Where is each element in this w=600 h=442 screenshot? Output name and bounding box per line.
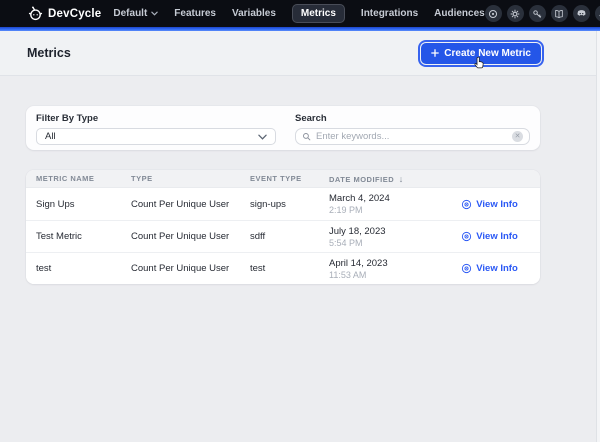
brand-logo[interactable]: DevCycle [28, 6, 101, 21]
type-cell: Count Per Unique User [121, 231, 240, 242]
view-info-link[interactable]: View Info [461, 199, 518, 210]
metric-name-cell: Sign Ups [26, 199, 121, 210]
date-modified-cell: April 14, 2023 11:53 AM [319, 258, 429, 280]
nav-item-variables[interactable]: Variables [232, 8, 276, 19]
chevron-down-icon [151, 11, 158, 16]
time-text: 5:54 PM [329, 238, 429, 248]
eye-icon [461, 263, 472, 274]
scrollbar[interactable] [596, 31, 600, 442]
date-modified-label: DATE MODIFIED [329, 175, 394, 184]
project-dropdown-label: Default [113, 8, 147, 19]
actions-cell: View Info [429, 263, 540, 274]
devcycle-robot-icon [28, 6, 43, 21]
search-label: Search [295, 113, 530, 124]
table-row: test Count Per Unique User test April 14… [26, 252, 540, 284]
column-header-event-type[interactable]: EVENT TYPE [240, 174, 319, 183]
docs-book-icon[interactable] [551, 5, 568, 22]
table-row: Sign Ups Count Per Unique User sign-ups … [26, 188, 540, 220]
filter-by-type-label: Filter By Type [36, 113, 276, 124]
nav-item-audiences[interactable]: Audiences [434, 8, 485, 19]
search-box: ✕ [295, 128, 530, 145]
eye-icon [461, 199, 472, 210]
filter-card: Filter By Type All Search ✕ [26, 106, 540, 150]
top-navbar: DevCycle Default Features Variables Metr… [0, 0, 600, 27]
type-filter-value: All [45, 131, 56, 142]
nav-item-features[interactable]: Features [174, 8, 216, 19]
page-header: Metrics Create New Metric [0, 31, 600, 76]
gear-icon[interactable] [507, 5, 524, 22]
date-text: April 14, 2023 [329, 258, 429, 269]
view-info-label: View Info [476, 231, 518, 242]
create-new-metric-label: Create New Metric [444, 48, 531, 59]
view-info-link[interactable]: View Info [461, 263, 518, 274]
table-row: Test Metric Count Per Unique User sdff J… [26, 220, 540, 252]
actions-cell: View Info [429, 199, 540, 210]
search-icon [302, 132, 311, 141]
time-text: 2:19 PM [329, 205, 429, 215]
date-text: March 4, 2024 [329, 193, 429, 204]
search-field: Search ✕ [295, 113, 530, 150]
view-info-label: View Info [476, 263, 518, 274]
nav-item-integrations[interactable]: Integrations [361, 8, 418, 19]
metric-name-cell: Test Metric [26, 231, 121, 242]
table-header-row: METRIC NAME TYPE EVENT TYPE DATE MODIFIE… [26, 170, 540, 188]
filter-by-type-field: Filter By Type All [36, 113, 276, 150]
discord-icon[interactable] [573, 5, 590, 22]
nav-item-metrics[interactable]: Metrics [292, 4, 345, 23]
type-cell: Count Per Unique User [121, 263, 240, 274]
sort-desc-icon: ↓ [399, 174, 404, 184]
column-header-date-modified[interactable]: DATE MODIFIED ↓ [319, 174, 429, 184]
target-icon[interactable] [485, 5, 502, 22]
plus-icon [431, 49, 439, 57]
date-modified-cell: July 18, 2023 5:54 PM [319, 226, 429, 248]
chevron-down-icon [258, 134, 267, 140]
column-header-metric-name[interactable]: METRIC NAME [26, 174, 121, 183]
type-cell: Count Per Unique User [121, 199, 240, 210]
main-nav: Default Features Variables Metrics Integ… [113, 4, 484, 23]
view-info-link[interactable]: View Info [461, 231, 518, 242]
view-info-label: View Info [476, 199, 518, 210]
table-body: Sign Ups Count Per Unique User sign-ups … [26, 188, 540, 284]
search-input[interactable] [316, 131, 507, 142]
create-new-metric-button[interactable]: Create New Metric [421, 43, 541, 64]
time-text: 11:53 AM [329, 270, 429, 280]
metric-name-cell: test [26, 263, 121, 274]
metrics-table: METRIC NAME TYPE EVENT TYPE DATE MODIFIE… [26, 170, 540, 284]
event-type-cell: test [240, 263, 319, 274]
date-modified-cell: March 4, 2024 2:19 PM [319, 193, 429, 215]
key-icon[interactable] [529, 5, 546, 22]
column-header-type[interactable]: TYPE [121, 174, 240, 183]
date-text: July 18, 2023 [329, 226, 429, 237]
main-content: Filter By Type All Search ✕ [0, 76, 600, 284]
type-filter-select[interactable]: All [36, 128, 276, 145]
project-dropdown[interactable]: Default [113, 8, 158, 19]
page-title: Metrics [27, 46, 71, 60]
brand-name: DevCycle [48, 8, 101, 20]
event-type-cell: sdff [240, 231, 319, 242]
actions-cell: View Info [429, 231, 540, 242]
navbar-actions [485, 4, 600, 23]
clear-search-icon[interactable]: ✕ [512, 131, 523, 142]
event-type-cell: sign-ups [240, 199, 319, 210]
notifications-bell-icon[interactable] [595, 5, 600, 22]
eye-icon [461, 231, 472, 242]
